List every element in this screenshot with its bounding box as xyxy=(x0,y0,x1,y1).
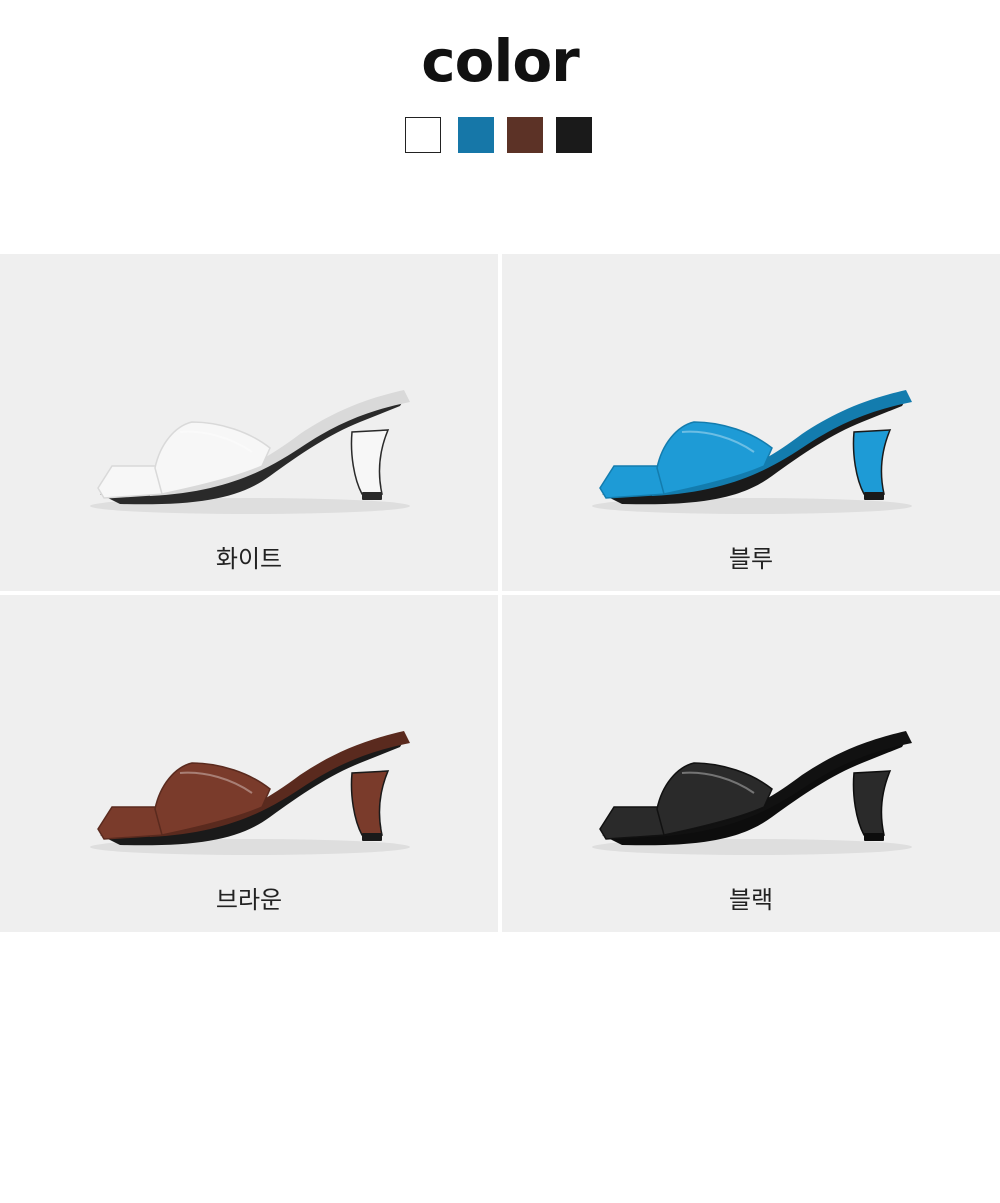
toe-shape xyxy=(97,465,165,499)
heel-shape xyxy=(350,770,390,836)
brown-swatch[interactable] xyxy=(507,117,543,153)
product-label: 블랙 xyxy=(728,886,774,914)
mule-sandal-image xyxy=(592,390,912,514)
page-title: color xyxy=(421,27,580,95)
white-swatch[interactable] xyxy=(405,117,441,153)
heel-tip xyxy=(864,492,884,500)
product-label: 블루 xyxy=(728,545,774,573)
mule-sandal-image xyxy=(90,731,410,855)
heel-tip xyxy=(864,833,884,841)
black-swatch[interactable] xyxy=(556,117,592,153)
toe-shape xyxy=(599,806,667,840)
product-card-blue[interactable]: 블루 xyxy=(502,254,1000,591)
blue-swatch[interactable] xyxy=(458,117,494,153)
product-card-white[interactable]: 화이트 xyxy=(0,254,498,591)
color-swatches xyxy=(0,117,1000,153)
toe-shape xyxy=(97,806,165,840)
product-color-grid: 화이트 블루 브라운 블랙 xyxy=(0,254,1000,932)
mule-sandal-image xyxy=(90,390,410,514)
heel-tip xyxy=(362,492,382,500)
product-card-brown[interactable]: 브라운 xyxy=(0,595,498,932)
product-card-black[interactable]: 블랙 xyxy=(502,595,1000,932)
heel-shape xyxy=(852,429,892,495)
heel-tip xyxy=(362,833,382,841)
product-label: 화이트 xyxy=(215,545,283,573)
product-label: 브라운 xyxy=(215,886,283,914)
mule-sandal-image xyxy=(592,731,912,855)
toe-shape xyxy=(599,465,667,499)
heel-shape xyxy=(350,429,390,495)
heel-shape xyxy=(852,770,892,836)
